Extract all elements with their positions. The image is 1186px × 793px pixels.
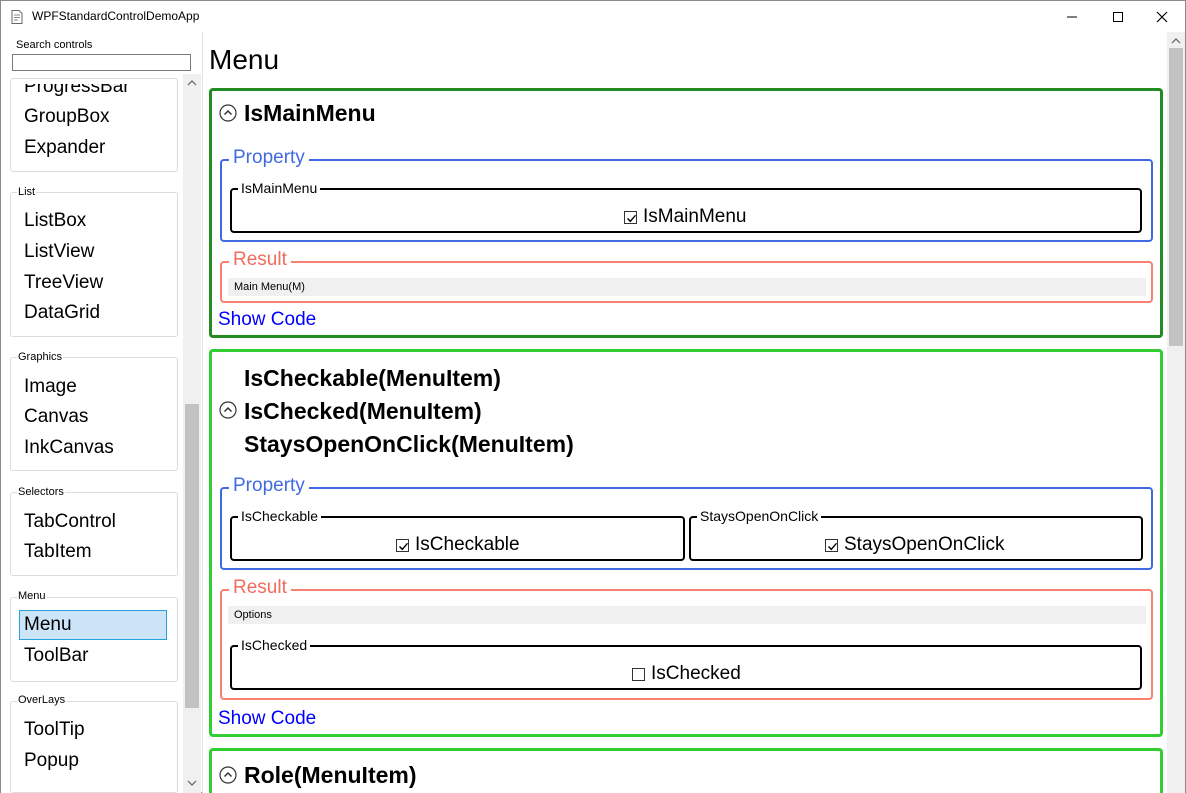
- prop-staysopenonclick-box: StaysOpenOnClick StaysOpenOnClick: [689, 508, 1143, 561]
- collapse-chevron-icon[interactable]: [219, 766, 237, 784]
- sidebar-item-menu[interactable]: Menu: [19, 610, 167, 640]
- search-label: Search controls: [16, 39, 93, 51]
- sidebar-item-groupbox[interactable]: GroupBox: [24, 106, 110, 128]
- property-label: Property: [229, 147, 309, 169]
- collapse-chevron-icon[interactable]: [219, 401, 237, 419]
- ismainmenu-checkbox[interactable]: IsMainMenu: [624, 206, 747, 228]
- sidebar-item-toolbar[interactable]: ToolBar: [24, 645, 88, 667]
- sidebar-scroll-thumb[interactable]: [185, 404, 199, 708]
- close-button[interactable]: [1139, 1, 1185, 32]
- card-heading: Role(MenuItem): [244, 762, 417, 788]
- result-label: Result: [229, 577, 291, 599]
- sidebar-item-tabcontrol[interactable]: TabControl: [24, 511, 116, 533]
- group-overlays: [10, 701, 178, 793]
- property-groupbox: Property IsMainMenu IsMainMenu: [220, 147, 1153, 242]
- scroll-down-icon[interactable]: [187, 778, 197, 788]
- card-heading-line3: StaysOpenOnClick(MenuItem): [244, 431, 574, 457]
- property-label: Property: [229, 475, 309, 497]
- main-scrollbar[interactable]: [1167, 32, 1185, 793]
- maximize-icon: [1113, 12, 1123, 22]
- card-heading-line2: IsChecked(MenuItem): [244, 398, 482, 424]
- card-heading-line1: IsCheckable(MenuItem): [244, 365, 501, 391]
- sidebar-item-canvas[interactable]: Canvas: [24, 406, 88, 428]
- maximize-button[interactable]: [1095, 1, 1141, 32]
- ischecked-checkbox[interactable]: IsChecked: [632, 663, 741, 685]
- sidebar-item-tabitem[interactable]: TabItem: [24, 541, 92, 563]
- checkbox-label: StaysOpenOnClick: [844, 534, 1005, 555]
- options-menu[interactable]: Options: [228, 606, 1146, 624]
- sidebar-item-listview[interactable]: ListView: [24, 241, 94, 263]
- show-code-link[interactable]: Show Code: [218, 309, 316, 331]
- close-icon: [1156, 11, 1168, 23]
- app-window: WPFStandardControlDemoApp Search control…: [0, 0, 1186, 793]
- sidebar-item-datagrid[interactable]: DataGrid: [24, 302, 100, 324]
- sidebar-item-image[interactable]: Image: [24, 376, 77, 398]
- checkbox-checked-icon: [624, 210, 637, 224]
- prop-legend: IsCheckable: [238, 508, 322, 524]
- sidebar-item-listbox[interactable]: ListBox: [24, 210, 86, 232]
- ischeckable-checkbox[interactable]: IsCheckable: [396, 534, 520, 556]
- checkbox-label: IsChecked: [651, 663, 741, 684]
- sidebar-item-tooltip[interactable]: ToolTip: [24, 719, 85, 741]
- minimize-icon: [1067, 16, 1077, 18]
- sidebar-scrollbar[interactable]: [183, 74, 201, 793]
- minimize-button[interactable]: [1049, 1, 1095, 32]
- scroll-up-icon[interactable]: [1171, 36, 1181, 46]
- group-label-overlays: OverLays: [17, 694, 67, 706]
- window-title: WPFStandardControlDemoApp: [32, 9, 200, 23]
- main-menu[interactable]: Main Menu(M): [228, 278, 1146, 296]
- ischecked-box: IsChecked IsChecked: [230, 637, 1142, 690]
- result-label: Result: [229, 249, 291, 271]
- prop-ischeckable-box: IsCheckable IsCheckable: [230, 508, 685, 561]
- main-content: Menu IsMainMenu Property IsMainMenu IsMa…: [202, 32, 1167, 793]
- result-groupbox: Result Main Menu(M): [220, 249, 1153, 303]
- app-icon: [11, 10, 23, 24]
- main-scroll-thumb[interactable]: [1169, 48, 1183, 346]
- card-role: Role(MenuItem): [209, 748, 1163, 793]
- checkbox-checked-icon: [396, 538, 409, 552]
- checkbox-label: IsCheckable: [415, 534, 520, 555]
- group-label-graphics: Graphics: [17, 351, 64, 363]
- property-groupbox: Property IsCheckable IsCheckable StaysOp…: [220, 475, 1153, 570]
- group-label-selectors: Selectors: [17, 486, 65, 498]
- sidebar-item-treeview[interactable]: TreeView: [24, 272, 103, 294]
- checkbox-label: IsMainMenu: [643, 206, 747, 227]
- search-input[interactable]: [12, 54, 191, 71]
- prop-legend: StaysOpenOnClick: [697, 508, 822, 524]
- sidebar: Search controls ProgressBar GroupBox Exp…: [1, 32, 201, 793]
- title-bar[interactable]: WPFStandardControlDemoApp: [1, 1, 1185, 32]
- show-code-link[interactable]: Show Code: [218, 708, 316, 730]
- prop-ismainmenu-box: IsMainMenu IsMainMenu: [230, 180, 1142, 233]
- sub-legend: IsChecked: [238, 637, 311, 653]
- sidebar-item-popup[interactable]: Popup: [24, 750, 79, 772]
- card-heading: IsMainMenu: [244, 100, 376, 126]
- checkbox-checked-icon: [825, 538, 838, 552]
- collapse-chevron-icon[interactable]: [219, 104, 237, 122]
- page-title: Menu: [209, 44, 280, 75]
- checkbox-unchecked-icon: [632, 667, 645, 681]
- result-groupbox: Result Options IsChecked IsChecked: [220, 577, 1153, 700]
- sidebar-item-inkcanvas[interactable]: InkCanvas: [24, 437, 114, 459]
- group-label-menu: Menu: [17, 590, 47, 602]
- card-menuitem-check: IsCheckable(MenuItem) IsChecked(MenuItem…: [209, 349, 1163, 737]
- group-selectors: [10, 492, 178, 576]
- scroll-up-icon[interactable]: [187, 78, 197, 88]
- prop-legend: IsMainMenu: [238, 180, 321, 196]
- sidebar-item-expander[interactable]: Expander: [24, 137, 105, 159]
- card-ismainmenu: IsMainMenu Property IsMainMenu IsMainMen…: [209, 88, 1163, 338]
- staysopenonclick-checkbox[interactable]: StaysOpenOnClick: [825, 534, 1005, 556]
- group-label-list: List: [17, 186, 37, 198]
